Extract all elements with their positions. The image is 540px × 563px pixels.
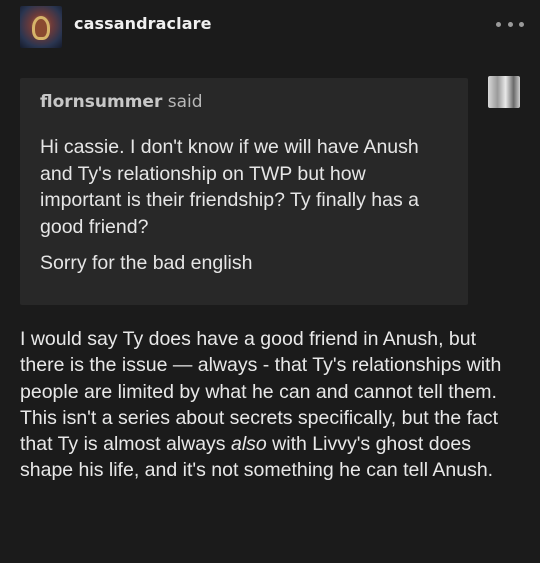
ellipsis-icon xyxy=(507,21,513,27)
asker-suffix: said xyxy=(162,92,203,112)
ellipsis-icon xyxy=(496,21,501,27)
blog-avatar[interactable] xyxy=(20,6,62,48)
question-text: Hi cassie. I don't know if we will have … xyxy=(40,134,440,277)
asker-name[interactable]: flornsummer xyxy=(40,92,162,112)
more-options-button[interactable] xyxy=(496,12,524,36)
question-paragraph: Hi cassie. I don't know if we will have … xyxy=(40,136,419,238)
blog-username[interactable]: cassandraclare xyxy=(74,14,212,33)
answer-emphasis: also xyxy=(230,433,267,456)
ask-box: flornsummer said Hi cassie. I don't know… xyxy=(20,78,468,305)
answer-text: I would say Ty does have a good friend i… xyxy=(20,326,520,484)
question-paragraph: Sorry for the bad english xyxy=(40,252,253,274)
post-header: cassandraclare xyxy=(0,0,540,60)
asker-line: flornsummer said xyxy=(40,92,203,112)
ellipsis-icon xyxy=(519,21,524,27)
asker-avatar[interactable] xyxy=(488,76,520,108)
